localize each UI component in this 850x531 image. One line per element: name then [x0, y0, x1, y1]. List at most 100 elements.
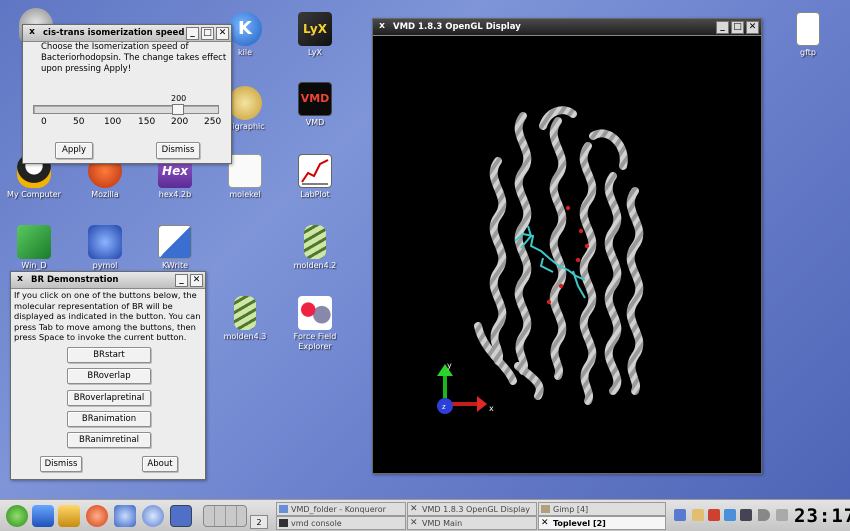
desktop-pager-icon[interactable]	[170, 505, 192, 527]
task-gimp[interactable]: Gimp [4]	[538, 502, 666, 516]
br-demo-titlebar[interactable]: x BR Demonstration _ ✕	[11, 272, 205, 289]
desktop-icon-molden43[interactable]: molden4.3	[213, 296, 277, 341]
desktop-number[interactable]: 2	[250, 515, 268, 529]
apply-button[interactable]: Apply	[55, 142, 93, 159]
volume-icon[interactable]	[758, 509, 770, 521]
x-icon: ✕	[541, 518, 549, 528]
minimize-icon[interactable]: _	[716, 20, 729, 34]
br-demo-window: x BR Demonstration _ ✕ If you click on o…	[10, 271, 206, 480]
home-icon[interactable]	[32, 505, 54, 527]
clock[interactable]: 23:17	[794, 504, 850, 528]
window-menu-icon[interactable]: x	[377, 21, 387, 34]
button-label: BRstart	[93, 350, 125, 360]
task-label: Gimp [4]	[553, 505, 589, 514]
tick-label: 250	[204, 117, 222, 127]
desktop-icon-gftp[interactable]: gftp	[776, 12, 840, 57]
opengl-canvas[interactable]: y x z	[373, 36, 761, 473]
updates-icon[interactable]	[724, 509, 736, 521]
labplot-icon	[298, 154, 332, 188]
task-konqueror[interactable]: VMD_folder - Konqueror	[276, 502, 406, 516]
task-label: VMD_folder - Konqueror	[291, 505, 386, 514]
oligraphic-icon	[228, 86, 262, 120]
help-icon[interactable]	[142, 505, 164, 527]
task-toplevel[interactable]: ✕ Toplevel [2]	[538, 516, 666, 530]
win-d-icon	[17, 225, 51, 259]
minimize-icon[interactable]: _	[175, 273, 188, 287]
desktop-icon-pymol[interactable]: pymol	[73, 225, 137, 270]
window-menu-icon[interactable]: x	[15, 274, 25, 287]
settings-icon[interactable]	[114, 505, 136, 527]
slider-value: 200	[171, 94, 187, 103]
gftp-icon	[796, 12, 820, 46]
task-vmd-main[interactable]: ✕ VMD Main	[407, 516, 537, 530]
vmd-display-window: x VMD 1.8.3 OpenGL Display _ □ ✕ y x z	[372, 18, 762, 474]
display-icon[interactable]	[740, 509, 752, 521]
desktop-icon-labplot[interactable]: LabPlot	[283, 154, 347, 199]
file-manager-icon[interactable]	[58, 505, 80, 527]
brstart-button[interactable]: BRstart	[67, 347, 151, 363]
vmd-display-title: VMD 1.8.3 OpenGL Display	[393, 22, 521, 32]
vmd-display-titlebar[interactable]: x VMD 1.8.3 OpenGL Display _ □ ✕	[373, 19, 761, 36]
clipboard-icon[interactable]	[692, 509, 704, 521]
button-label: Dismiss	[44, 459, 78, 469]
tick-label: 50	[73, 117, 85, 127]
broverlap-button[interactable]: BRoverlap	[67, 368, 151, 384]
molden-icon	[304, 225, 326, 259]
task-label: vmd console	[291, 519, 342, 528]
start-menu-icon[interactable]	[6, 505, 28, 527]
notes-icon[interactable]	[708, 509, 720, 521]
keyboard-icon[interactable]	[776, 509, 788, 521]
window-menu-icon[interactable]: x	[27, 27, 37, 40]
br-dismiss-button[interactable]: Dismiss	[40, 456, 82, 472]
speed-slider[interactable]	[33, 104, 219, 115]
maximize-icon[interactable]: □	[731, 20, 744, 34]
close-icon[interactable]: ✕	[746, 20, 759, 34]
button-label: BRoverlap	[87, 371, 131, 381]
tick-label: 200	[171, 117, 189, 127]
dismiss-button[interactable]: Dismiss	[156, 142, 200, 159]
kile-icon: K	[228, 12, 262, 46]
tick-label: 0	[41, 117, 47, 127]
protein-helices	[474, 106, 644, 405]
speed-dialog-title: cis-trans isomerization speed	[43, 28, 185, 38]
pager-grid-icon[interactable]	[203, 505, 247, 527]
minimize-icon[interactable]: _	[186, 26, 199, 40]
axis-y-label: y	[447, 361, 452, 370]
tick-label: 150	[138, 117, 156, 127]
button-label: BRoverlapretinal	[73, 393, 145, 403]
about-button[interactable]: About	[142, 456, 178, 472]
button-label: About	[147, 459, 173, 469]
desktop-icon-lyx[interactable]: LyX LyX	[283, 12, 347, 57]
close-icon[interactable]: ✕	[190, 273, 203, 287]
taskbar: 2 VMD_folder - Konqueror ✕ VMD 1.8.3 Ope…	[0, 499, 850, 531]
task-label: Toplevel [2]	[553, 519, 606, 528]
task-vmd-display[interactable]: ✕ VMD 1.8.3 OpenGL Display	[407, 502, 537, 516]
branimation-button[interactable]: BRanimation	[67, 411, 151, 427]
desktop-icon-vmd[interactable]: VMD VMD	[283, 82, 347, 127]
slider-handle[interactable]	[172, 104, 184, 115]
axis-z-label: z	[442, 403, 446, 411]
speed-dialog-titlebar[interactable]: x cis-trans isomerization speed _ □ ✕	[23, 25, 231, 42]
branimretinal-button[interactable]: BRanimretinal	[67, 432, 151, 448]
clock-time: 23:17	[794, 505, 850, 527]
broverlapretinal-button[interactable]: BRoverlapretinal	[67, 390, 151, 406]
desktop-icon-force-field[interactable]: Force Field Explorer	[283, 296, 347, 352]
desktop-icon-kwrite[interactable]: KWrite	[143, 225, 207, 270]
kwrite-icon	[158, 225, 192, 259]
x-icon: ✕	[410, 518, 418, 528]
browser-icon[interactable]	[86, 505, 108, 527]
desktop-icon-win-d[interactable]: Win_D	[2, 225, 66, 270]
molden-43-icon	[234, 296, 256, 330]
maximize-icon[interactable]: □	[201, 26, 214, 40]
task-vmd-console[interactable]: vmd console	[276, 516, 406, 530]
lyx-icon: LyX	[298, 12, 332, 46]
molekel-icon	[228, 154, 262, 188]
desktop-icon-molden42[interactable]: molden4.2	[283, 225, 347, 270]
close-icon[interactable]: ✕	[216, 26, 229, 40]
konqueror-icon	[279, 505, 288, 513]
dismiss-button-label: Dismiss	[161, 145, 195, 155]
protein-render: y x z	[437, 106, 644, 414]
button-label: BRanimretinal	[79, 435, 139, 445]
desktop-number-label: 2	[256, 518, 262, 527]
network-icon[interactable]	[674, 509, 686, 521]
